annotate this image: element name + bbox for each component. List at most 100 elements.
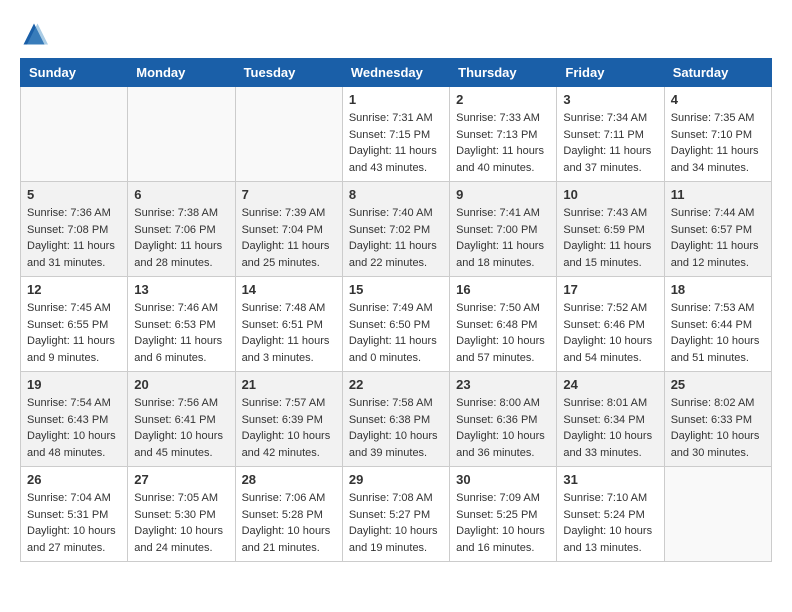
header	[20, 20, 772, 48]
day-info: Sunrise: 7:54 AMSunset: 6:43 PMDaylight:…	[27, 395, 121, 461]
week-row-5: 26 Sunrise: 7:04 AMSunset: 5:31 PMDayligh…	[21, 467, 772, 562]
day-cell: 2 Sunrise: 7:33 AMSunset: 7:13 PMDaylight…	[450, 87, 557, 182]
day-number: 1	[349, 92, 443, 107]
day-header-thursday: Thursday	[450, 59, 557, 87]
day-number: 18	[671, 282, 765, 297]
day-info: Sunrise: 7:38 AMSunset: 7:06 PMDaylight:…	[134, 205, 228, 271]
day-number: 3	[563, 92, 657, 107]
day-cell: 10Sunrise: 7:43 AMSunset: 6:59 PMDayligh…	[557, 182, 664, 277]
day-number: 7	[242, 187, 336, 202]
day-cell: 14 Sunrise: 7:48 AMSunset: 6:51 PMDayligh…	[235, 277, 342, 372]
day-info: Sunrise: 7:56 AMSunset: 6:41 PMDaylight:…	[134, 395, 228, 461]
day-cell: 3 Sunrise: 7:34 AMSunset: 7:11 PMDaylight…	[557, 87, 664, 182]
day-number: 17	[563, 282, 657, 297]
day-info: Sunrise: 7:58 AMSunset: 6:38 PMDaylight:…	[349, 395, 443, 461]
day-number: 30	[456, 472, 550, 487]
day-cell: 22 Sunrise: 7:58 AMSunset: 6:38 PMDayligh…	[342, 372, 449, 467]
day-number: 8	[349, 187, 443, 202]
day-cell: 19 Sunrise: 7:54 AMSunset: 6:43 PMDayligh…	[21, 372, 128, 467]
day-cell: 23Sunrise: 8:00 AMSunset: 6:36 PMDayligh…	[450, 372, 557, 467]
day-number: 15	[349, 282, 443, 297]
day-number: 16	[456, 282, 550, 297]
day-info: Sunrise: 7:49 AMSunset: 6:50 PMDaylight:…	[349, 300, 443, 366]
day-info: Sunrise: 7:04 AMSunset: 5:31 PMDaylight:…	[27, 490, 121, 556]
day-info: Sunrise: 7:57 AMSunset: 6:39 PMDaylight:…	[242, 395, 336, 461]
day-cell: 31 Sunrise: 7:10 AMSunset: 5:24 PMDayligh…	[557, 467, 664, 562]
day-header-sunday: Sunday	[21, 59, 128, 87]
day-info: Sunrise: 7:53 AMSunset: 6:44 PMDaylight:…	[671, 300, 765, 366]
day-info: Sunrise: 7:09 AMSunset: 5:25 PMDaylight:…	[456, 490, 550, 556]
day-number: 28	[242, 472, 336, 487]
day-cell: 4 Sunrise: 7:35 AMSunset: 7:10 PMDaylight…	[664, 87, 771, 182]
day-info: Sunrise: 7:40 AMSunset: 7:02 PMDaylight:…	[349, 205, 443, 271]
day-cell: 18 Sunrise: 7:53 AMSunset: 6:44 PMDayligh…	[664, 277, 771, 372]
day-info: Sunrise: 7:36 AMSunset: 7:08 PMDaylight:…	[27, 205, 121, 271]
week-row-3: 12 Sunrise: 7:45 AMSunset: 6:55 PMDayligh…	[21, 277, 772, 372]
day-info: Sunrise: 7:45 AMSunset: 6:55 PMDaylight:…	[27, 300, 121, 366]
day-header-tuesday: Tuesday	[235, 59, 342, 87]
day-number: 22	[349, 377, 443, 392]
day-info: Sunrise: 7:06 AMSunset: 5:28 PMDaylight:…	[242, 490, 336, 556]
day-header-friday: Friday	[557, 59, 664, 87]
day-number: 5	[27, 187, 121, 202]
day-info: Sunrise: 7:46 AMSunset: 6:53 PMDaylight:…	[134, 300, 228, 366]
day-number: 19	[27, 377, 121, 392]
day-info: Sunrise: 8:02 AMSunset: 6:33 PMDaylight:…	[671, 395, 765, 461]
day-number: 26	[27, 472, 121, 487]
day-number: 31	[563, 472, 657, 487]
day-number: 29	[349, 472, 443, 487]
day-info: Sunrise: 7:10 AMSunset: 5:24 PMDaylight:…	[563, 490, 657, 556]
day-cell: 24Sunrise: 8:01 AMSunset: 6:34 PMDayligh…	[557, 372, 664, 467]
day-info: Sunrise: 7:52 AMSunset: 6:46 PMDaylight:…	[563, 300, 657, 366]
day-cell: 25Sunrise: 8:02 AMSunset: 6:33 PMDayligh…	[664, 372, 771, 467]
day-number: 24	[563, 377, 657, 392]
logo-icon	[20, 20, 48, 48]
day-info: Sunrise: 7:34 AMSunset: 7:11 PMDaylight:…	[563, 110, 657, 176]
week-row-1: 1 Sunrise: 7:31 AMSunset: 7:15 PMDaylight…	[21, 87, 772, 182]
week-row-2: 5 Sunrise: 7:36 AMSunset: 7:08 PMDaylight…	[21, 182, 772, 277]
day-cell: 20 Sunrise: 7:56 AMSunset: 6:41 PMDayligh…	[128, 372, 235, 467]
day-info: Sunrise: 7:41 AMSunset: 7:00 PMDaylight:…	[456, 205, 550, 271]
day-cell: 27Sunrise: 7:05 AMSunset: 5:30 PMDayligh…	[128, 467, 235, 562]
logo	[20, 20, 52, 48]
day-info: Sunrise: 7:50 AMSunset: 6:48 PMDaylight:…	[456, 300, 550, 366]
day-info: Sunrise: 8:00 AMSunset: 6:36 PMDaylight:…	[456, 395, 550, 461]
day-number: 12	[27, 282, 121, 297]
day-number: 27	[134, 472, 228, 487]
day-cell: 28 Sunrise: 7:06 AMSunset: 5:28 PMDayligh…	[235, 467, 342, 562]
day-info: Sunrise: 7:39 AMSunset: 7:04 PMDaylight:…	[242, 205, 336, 271]
day-cell: 13 Sunrise: 7:46 AMSunset: 6:53 PMDayligh…	[128, 277, 235, 372]
day-cell	[21, 87, 128, 182]
day-number: 11	[671, 187, 765, 202]
day-number: 14	[242, 282, 336, 297]
day-cell: 29Sunrise: 7:08 AMSunset: 5:27 PMDayligh…	[342, 467, 449, 562]
day-number: 4	[671, 92, 765, 107]
day-cell: 12 Sunrise: 7:45 AMSunset: 6:55 PMDayligh…	[21, 277, 128, 372]
day-number: 13	[134, 282, 228, 297]
day-cell	[235, 87, 342, 182]
calendar: SundayMondayTuesdayWednesdayThursdayFrid…	[20, 58, 772, 562]
day-cell: 26 Sunrise: 7:04 AMSunset: 5:31 PMDayligh…	[21, 467, 128, 562]
day-cell: 30 Sunrise: 7:09 AMSunset: 5:25 PMDayligh…	[450, 467, 557, 562]
day-number: 2	[456, 92, 550, 107]
day-header-saturday: Saturday	[664, 59, 771, 87]
day-info: Sunrise: 7:31 AMSunset: 7:15 PMDaylight:…	[349, 110, 443, 176]
week-row-4: 19 Sunrise: 7:54 AMSunset: 6:43 PMDayligh…	[21, 372, 772, 467]
day-info: Sunrise: 7:33 AMSunset: 7:13 PMDaylight:…	[456, 110, 550, 176]
day-number: 9	[456, 187, 550, 202]
day-header-wednesday: Wednesday	[342, 59, 449, 87]
day-cell	[664, 467, 771, 562]
day-cell: 8 Sunrise: 7:40 AMSunset: 7:02 PMDaylight…	[342, 182, 449, 277]
day-cell	[128, 87, 235, 182]
day-number: 10	[563, 187, 657, 202]
day-cell: 1 Sunrise: 7:31 AMSunset: 7:15 PMDaylight…	[342, 87, 449, 182]
day-cell: 11Sunrise: 7:44 AMSunset: 6:57 PMDayligh…	[664, 182, 771, 277]
day-cell: 17 Sunrise: 7:52 AMSunset: 6:46 PMDayligh…	[557, 277, 664, 372]
day-info: Sunrise: 7:35 AMSunset: 7:10 PMDaylight:…	[671, 110, 765, 176]
day-cell: 15 Sunrise: 7:49 AMSunset: 6:50 PMDayligh…	[342, 277, 449, 372]
day-cell: 21Sunrise: 7:57 AMSunset: 6:39 PMDayligh…	[235, 372, 342, 467]
day-number: 20	[134, 377, 228, 392]
day-cell: 5 Sunrise: 7:36 AMSunset: 7:08 PMDaylight…	[21, 182, 128, 277]
day-info: Sunrise: 7:48 AMSunset: 6:51 PMDaylight:…	[242, 300, 336, 366]
day-cell: 16 Sunrise: 7:50 AMSunset: 6:48 PMDayligh…	[450, 277, 557, 372]
